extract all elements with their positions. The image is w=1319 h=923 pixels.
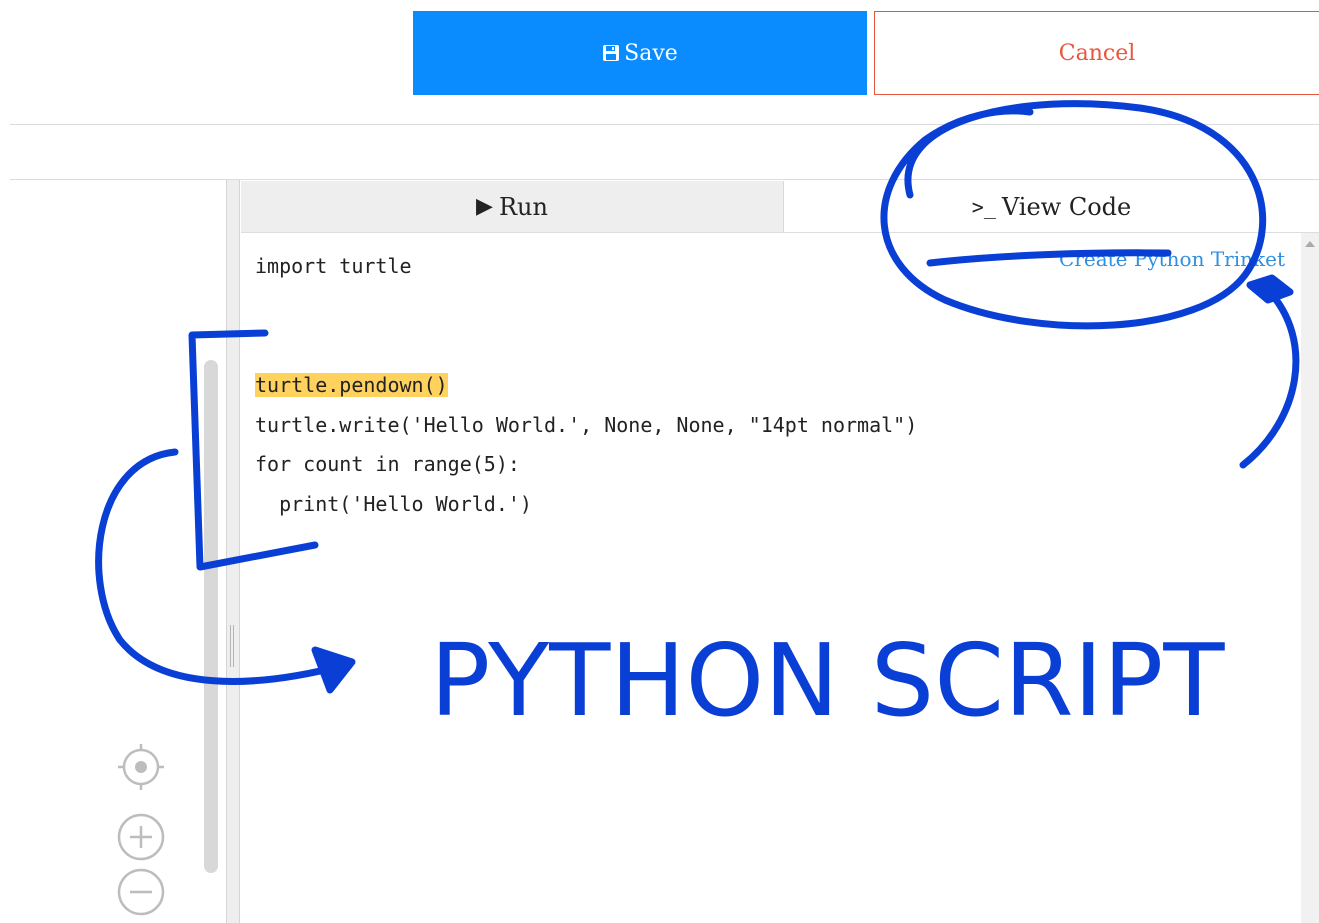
resize-grip-icon	[230, 625, 236, 667]
code-line[interactable]: print('Hello World.')	[255, 489, 532, 519]
play-icon: ▶	[476, 194, 493, 219]
zoom-in-icon[interactable]	[116, 812, 166, 862]
code-editor[interactable]: Create Python Trinket import turtle turt…	[241, 233, 1301, 923]
terminal-prompt-icon: >_	[971, 194, 996, 219]
code-line-highlighted[interactable]: turtle.pendown()	[255, 370, 448, 400]
locate-icon[interactable]	[116, 742, 166, 792]
code-line[interactable]: import turtle	[255, 251, 412, 281]
scroll-up-arrow-icon[interactable]	[1305, 241, 1315, 247]
save-button[interactable]: Save	[413, 11, 867, 95]
tab-run[interactable]: ▶ Run	[241, 181, 784, 232]
tab-view-code[interactable]: >_ View Code	[784, 181, 1319, 232]
panel-resize-handle[interactable]	[226, 180, 240, 923]
tab-run-label: Run	[498, 192, 548, 221]
toolbar-divider	[10, 124, 1319, 125]
editor-tab-bar: ▶ Run >_ View Code	[241, 181, 1319, 233]
left-panel	[0, 180, 226, 923]
zoom-out-icon[interactable]	[116, 867, 166, 917]
create-trinket-link[interactable]: Create Python Trinket	[1059, 247, 1285, 271]
editor-scrollbar[interactable]	[1301, 233, 1319, 923]
save-button-label: Save	[624, 40, 678, 66]
code-line[interactable]: turtle.write('Hello World.', None, None,…	[255, 410, 917, 440]
page: Save Cancel ▶ Run >_ View Code Create Py…	[0, 0, 1319, 923]
left-panel-scrollbar[interactable]	[204, 360, 218, 873]
floppy-disk-icon	[603, 45, 620, 61]
code-line[interactable]: for count in range(5):	[255, 449, 520, 479]
cancel-button[interactable]: Cancel	[874, 11, 1319, 95]
cancel-button-label: Cancel	[1058, 40, 1136, 66]
tab-view-code-label: View Code	[1001, 192, 1132, 221]
